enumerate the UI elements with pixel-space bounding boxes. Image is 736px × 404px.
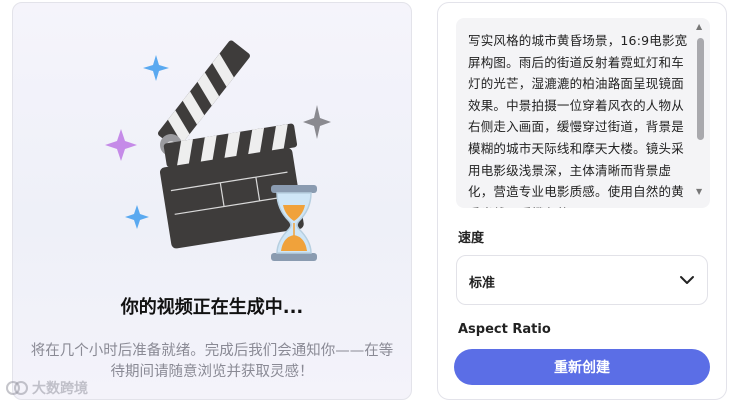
watermark: 大数跨境 — [6, 378, 88, 398]
clapperboard-icon — [105, 40, 331, 261]
sparkle-icon — [105, 129, 137, 161]
prompt-text: 写实风格的城市黄昏场景，16:9电影宽屏构图。雨后的街道反射着霓虹灯和车灯的光芒… — [468, 33, 688, 208]
chevron-down-icon — [680, 276, 694, 284]
aspect-ratio-label: Aspect Ratio — [458, 322, 551, 337]
status-description: 将在几个小时后准备就绪。完成后我们会通知你——在等 待期间请随意浏览并获取灵感！ — [13, 341, 411, 383]
recreate-button[interactable]: 重新创建 — [454, 349, 710, 385]
generation-status-panel: 你的视频正在生成中... 将在几个小时后准备就绪。完成后我们会通知你——在等 待… — [12, 2, 412, 400]
status-description-line: 将在几个小时后准备就绪。完成后我们会通知你——在等 — [30, 343, 394, 359]
scroll-up-arrow-icon[interactable]: ▲ — [696, 22, 702, 31]
status-title: 你的视频正在生成中... — [120, 297, 304, 318]
scroll-down-arrow-icon[interactable]: ▼ — [696, 187, 702, 196]
speed-select-value: 标准 — [469, 276, 496, 291]
scrollbar-thumb[interactable] — [697, 38, 704, 140]
sparkle-icon — [143, 55, 169, 81]
speed-label: 速度 — [458, 231, 485, 246]
prompt-textarea[interactable]: 写实风格的城市黄昏场景，16:9电影宽屏构图。雨后的街道反射着霓虹灯和车灯的光芒… — [456, 18, 710, 208]
watermark-logo-icon — [6, 381, 28, 395]
sparkle-icon — [125, 205, 149, 229]
speed-select[interactable]: 标准 — [456, 255, 708, 305]
watermark-text: 大数跨境 — [32, 381, 88, 397]
sparkle-icon — [303, 105, 331, 139]
